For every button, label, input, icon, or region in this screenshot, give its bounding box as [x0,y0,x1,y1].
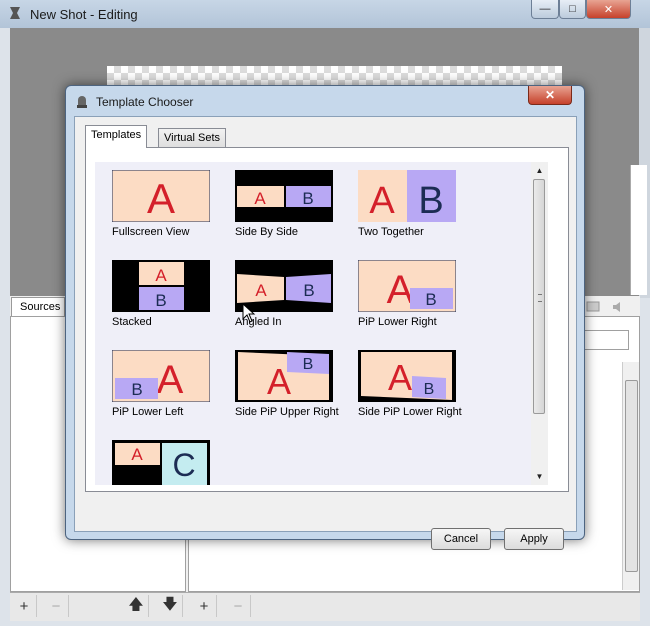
dialog-client: Templates Virtual Sets A Fullscreen View… [74,116,577,550]
template-label: Side By Side [235,226,298,238]
minus-icon: − [233,597,243,615]
template-label: Side PiP Lower Right [358,406,462,418]
minimize-icon: — [539,3,551,15]
dialog-title: Template Chooser [96,95,194,109]
apply-button[interactable]: Apply [504,528,564,550]
letter-b: B [424,381,435,398]
template-label: Two Together [358,226,424,238]
scroll-up-arrow-icon[interactable]: ▲ [531,162,548,178]
tab-sources[interactable]: Sources [11,297,65,317]
letter-b: B [302,189,313,208]
template-grid-scrollbar[interactable]: ▲ ▼ [531,162,548,485]
template-pip-lower-left[interactable]: A B PiP Lower Left [112,350,232,440]
grip-icon [538,294,542,302]
minimize-button[interactable]: — [531,0,559,19]
plus-icon: + [19,597,29,615]
template-chooser-dialog: Template Chooser ✕ Templates Virtual Set… [65,85,585,550]
template-side-pip-lower-right[interactable]: A B Side PiP Lower Right [358,350,478,440]
letter-a: A [254,189,266,208]
template-side-by-side[interactable]: A B Side By Side [235,170,355,260]
minus-icon: − [51,597,61,615]
letter-a: A [387,268,414,312]
window-title: New Shot - Editing [30,7,138,22]
template-three-way[interactable]: A C [112,440,232,485]
template-thumbnail: A B [358,260,456,312]
maximize-button[interactable]: □ [559,0,586,19]
template-label: PiP Lower Left [112,406,184,418]
cancel-button[interactable]: Cancel [431,528,491,550]
arrow-up-icon: 🡅 [128,595,144,613]
property-field[interactable] [582,330,629,350]
add-property-button[interactable]: + [192,595,217,617]
letter-b: B [155,291,166,310]
template-side-pip-upper-right[interactable]: A B Side PiP Upper Right [235,350,355,440]
letter-a: A [147,175,175,222]
letter-b: B [303,356,314,373]
remove-source-button[interactable]: − [44,595,69,617]
scroll-down-arrow-icon[interactable]: ▼ [531,468,548,484]
monitor-icon[interactable] [586,300,600,314]
template-thumbnail: A B [358,170,456,222]
letter-b: B [425,290,436,309]
move-down-button[interactable]: 🡇 [158,595,183,617]
template-stacked[interactable]: A B Stacked [112,260,232,350]
template-thumbnail: A C [112,440,210,485]
template-thumbnail: A B [235,170,333,222]
mouse-pointer-icon [242,303,256,323]
letter-c: C [172,447,195,483]
letter-b: B [303,281,314,300]
template-grid: A Fullscreen View A B Side By Side A B T… [95,162,545,485]
properties-scrollbar[interactable] [622,362,639,590]
speaker-icon[interactable] [612,300,626,314]
letter-a: A [388,357,412,398]
right-panel-scroll[interactable] [630,165,647,295]
letter-a: A [255,281,267,300]
dialog-close-button[interactable]: ✕ [528,86,572,105]
app-icon [10,7,20,19]
template-thumbnail: A B [235,350,333,402]
arrow-down-icon: 🡇 [162,595,178,613]
maximize-icon: □ [569,3,576,15]
template-label: Stacked [112,316,152,328]
template-label: PiP Lower Right [358,316,437,328]
template-label: Side PiP Upper Right [235,406,339,418]
template-thumbnail: A B [358,350,456,402]
letter-b: B [131,380,142,399]
close-icon: ✕ [544,88,556,102]
template-thumbnail: A B [112,350,210,402]
template-thumbnail: A B [112,260,210,312]
letter-b: B [418,180,443,222]
template-label: Fullscreen View [112,226,190,238]
main-titlebar[interactable]: New Shot - Editing — □ ✕ [0,0,650,28]
app-icon [77,96,87,108]
bottom-toolbar: + − 🡅 🡇 + − [10,592,640,621]
close-icon: ✕ [603,3,614,16]
letter-a: A [131,445,143,464]
right-tools [582,296,630,320]
template-two-together[interactable]: A B Two Together [358,170,478,260]
template-fullscreen-view[interactable]: A Fullscreen View [112,170,232,260]
move-up-button[interactable]: 🡅 [124,595,149,617]
add-source-button[interactable]: + [12,595,37,617]
tab-virtual-sets[interactable]: Virtual Sets [158,128,227,149]
tab-templates[interactable]: Templates [85,125,148,148]
remove-property-button[interactable]: − [226,595,251,617]
template-thumbnail: A [112,170,210,222]
letter-a: A [157,358,184,402]
scroll-thumb[interactable] [625,380,638,572]
template-pip-lower-right[interactable]: A B PiP Lower Right [358,260,478,350]
letter-a: A [155,266,167,285]
close-button[interactable]: ✕ [586,0,631,19]
plus-icon: + [199,597,209,615]
scroll-thumb[interactable] [533,179,545,414]
letter-a: A [369,180,395,222]
